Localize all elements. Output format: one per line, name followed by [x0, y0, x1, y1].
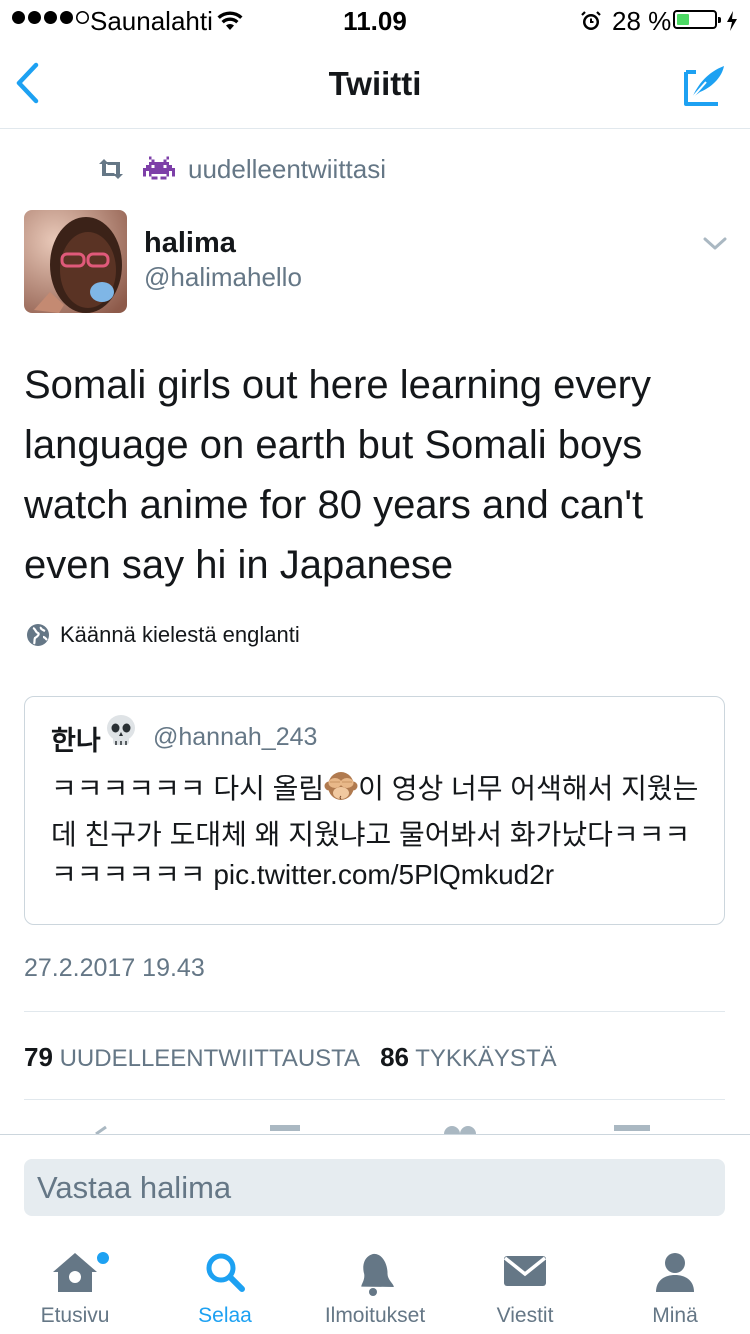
- alarm-icon: [580, 8, 602, 39]
- nav-bar: Twiitti: [0, 40, 750, 129]
- tab-notifications[interactable]: Ilmoitukset: [300, 1236, 450, 1334]
- home-icon: [51, 1250, 99, 1299]
- quoted-author-name: 한나: [51, 726, 101, 756]
- person-icon: [653, 1250, 697, 1299]
- likes-count: 86: [380, 1042, 409, 1072]
- charging-icon: [726, 8, 738, 39]
- tab-label: Etusivu: [40, 1304, 110, 1327]
- reply-input[interactable]: Vastaa halima: [24, 1159, 725, 1216]
- tab-home[interactable]: Etusivu: [0, 1236, 150, 1334]
- tab-label: Ilmoitukset: [324, 1304, 426, 1327]
- tab-label: Minä: [652, 1304, 698, 1327]
- tab-explore[interactable]: Selaa: [150, 1236, 300, 1334]
- tab-bar: Etusivu Selaa Ilmoitukset Viestit Minä: [0, 1236, 750, 1334]
- retweet-action-icon[interactable]: [266, 1124, 306, 1134]
- status-bar: Saunalahti 11.09 28 %: [0, 0, 750, 40]
- page-title: Twiitti: [328, 65, 422, 102]
- reply-icon[interactable]: [92, 1124, 122, 1134]
- retweeted-by-label[interactable]: uudelleentwiittasi: [188, 154, 386, 185]
- author-name[interactable]: halima: [144, 227, 236, 260]
- tweet-stats[interactable]: 79 UUDELLEENTWIITTAUSTA 86 TYKKÄYSTÄ: [24, 1042, 557, 1073]
- alien-monster-icon: [143, 154, 175, 187]
- search-icon: [203, 1250, 247, 1299]
- battery-percent: 28 %: [612, 6, 672, 36]
- quoted-author-handle: @hannah_243: [153, 723, 318, 751]
- likes-label: TYKKÄYSTÄ: [415, 1045, 557, 1072]
- tab-me[interactable]: Minä: [600, 1236, 750, 1334]
- tab-label: Viestit: [496, 1304, 554, 1327]
- author-handle[interactable]: @halimahello: [144, 262, 302, 293]
- quoted-text-part1: ㅋㅋㅋㅋㅋㅋ 다시 올림: [51, 773, 325, 804]
- chevron-down-icon[interactable]: [703, 237, 727, 256]
- translate-link[interactable]: Käännä kielestä englanti: [60, 622, 300, 648]
- avatar[interactable]: [24, 210, 127, 313]
- envelope-icon: [502, 1250, 548, 1295]
- divider: [24, 1099, 725, 1100]
- tab-messages[interactable]: Viestit: [450, 1236, 600, 1334]
- tweet-text: Somali girls out here learning every lan…: [24, 363, 651, 587]
- battery-icon: [673, 10, 721, 29]
- quoted-tweet[interactable]: 한나 @hannah_243 ㅋㅋㅋㅋㅋㅋ 다시 올림 이 영상 너무 어색해서…: [24, 696, 725, 925]
- divider: [24, 1011, 725, 1012]
- bell-icon: [353, 1250, 397, 1301]
- retweets-count: 79: [24, 1042, 53, 1072]
- tab-label: Selaa: [198, 1304, 252, 1327]
- globe-icon: [26, 623, 50, 652]
- tweet-timestamp: 27.2.2017 19.43: [24, 954, 205, 982]
- share-icon[interactable]: [612, 1124, 652, 1134]
- retweets-label: UUDELLEENTWIITTAUSTA: [59, 1045, 361, 1072]
- like-heart-icon[interactable]: [442, 1124, 478, 1134]
- skull-emoji-icon: [103, 713, 139, 754]
- reply-bar: Vastaa halima: [0, 1134, 750, 1237]
- see-no-evil-monkey-icon: [324, 770, 358, 815]
- quoted-tweet-text: ㅋㅋㅋㅋㅋㅋ 다시 올림 이 영상 너무 어색해서 지웠는데 친구가 도대체 왜…: [51, 769, 706, 895]
- notification-dot: [95, 1250, 111, 1266]
- compose-quill-icon[interactable]: [682, 62, 728, 113]
- retweet-icon: [96, 159, 126, 184]
